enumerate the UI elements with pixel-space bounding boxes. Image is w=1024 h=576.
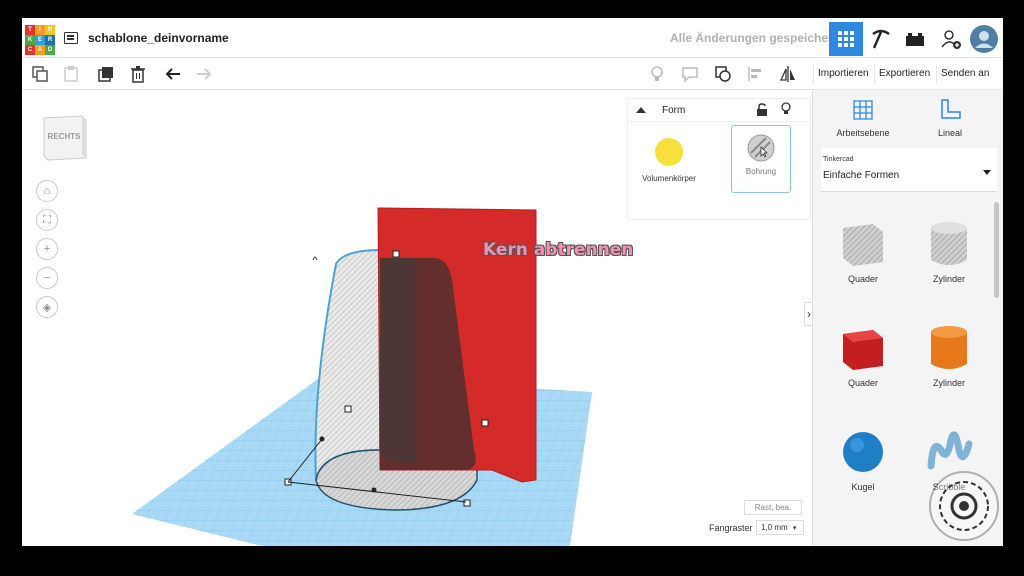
align-icon: [748, 67, 761, 81]
shape-inspector: Form Volumenkörper Bohrung: [627, 98, 811, 220]
duplicate-button[interactable]: [95, 63, 117, 85]
collapse-arrow-icon[interactable]: [636, 107, 646, 113]
export-button[interactable]: Exportieren: [874, 64, 934, 84]
ruler-icon: [941, 99, 961, 119]
document-name[interactable]: schablone_deinvorname: [88, 31, 229, 45]
library-selector[interactable]: Tinkercad Einfache Formen: [821, 148, 997, 192]
shape-item-cylinder-hole[interactable]: Zylinder: [919, 212, 979, 292]
3d-design-view-button[interactable]: [829, 22, 863, 56]
delete-button[interactable]: [127, 63, 149, 85]
cylinder-hole-icon: [931, 222, 967, 265]
shape-item-box-hole[interactable]: Quader: [833, 212, 893, 292]
caret-icon: ▾: [792, 525, 797, 532]
speech-bubble-icon: [682, 67, 698, 83]
ruler-tool[interactable]: Lineal: [915, 98, 985, 138]
light-bulb-icon[interactable]: [780, 102, 792, 116]
snap-grid-select[interactable]: 1,0 mm ▾: [756, 520, 804, 535]
avatar-icon: [970, 25, 998, 53]
top-header: TIN KER CAD schablone_deinvorname Alle Ä…: [22, 18, 1003, 58]
snap-grid-value: 1,0 mm: [761, 523, 788, 532]
hole-option[interactable]: Bohrung: [731, 125, 791, 193]
shape-item-sphere[interactable]: Kugel: [833, 420, 893, 500]
grid-icon: [838, 31, 854, 47]
edit-toolbar: Importieren Exportieren Senden an: [22, 58, 1003, 90]
send-to-button[interactable]: Senden an: [936, 64, 993, 84]
channel-logo-icon: [929, 471, 999, 541]
solid-color-swatch: [655, 138, 683, 166]
group-icon: [715, 66, 731, 82]
undo-icon: [165, 68, 180, 80]
group-button[interactable]: [712, 63, 734, 85]
align-button[interactable]: [744, 63, 766, 85]
lightbulb-icon: [651, 66, 663, 81]
hole-hatch-icon: [747, 134, 775, 162]
add-user-icon: [941, 30, 961, 49]
shape-item-box-red[interactable]: Quader: [833, 316, 893, 396]
blue-sphere-icon: [843, 432, 883, 472]
hole-label: Bohrung: [745, 167, 777, 176]
mirror-icon: [779, 66, 795, 82]
shape-panel-title: Form: [662, 105, 686, 116]
lock-icon[interactable]: [756, 103, 768, 117]
shape-label: Quader: [847, 378, 879, 388]
pickaxe-icon: [872, 29, 890, 49]
copy-icon: [32, 66, 48, 82]
workplane-label: Arbeitsebene: [836, 128, 890, 138]
shape-label: Kugel: [851, 482, 875, 492]
library-source: Tinkercad: [823, 156, 854, 163]
tinkercad-logo[interactable]: TIN KER CAD: [25, 25, 55, 55]
save-status: Alle Änderungen gespeichert: [670, 31, 837, 45]
bricks-view-button[interactable]: [898, 22, 932, 56]
copy-button[interactable]: [29, 63, 51, 85]
edit-grid-button[interactable]: Rast. bea.: [744, 500, 802, 515]
box-hole-icon: [843, 224, 883, 266]
add-user-button[interactable]: [934, 22, 968, 56]
redo-icon: [197, 68, 212, 80]
solid-option[interactable]: Volumenkörper: [638, 135, 700, 195]
chevron-down-icon: [983, 170, 991, 175]
workplane-icon: [853, 100, 873, 120]
document-list-icon[interactable]: [64, 32, 78, 44]
paste-button[interactable]: [60, 63, 82, 85]
snap-grid-label: Fangraster: [709, 523, 753, 533]
redo-button[interactable]: [193, 63, 215, 85]
notes-button[interactable]: [679, 63, 701, 85]
shape-label: Quader: [847, 274, 879, 284]
brick-icon: [906, 33, 924, 46]
workplane-tool[interactable]: Arbeitsebene: [828, 98, 898, 138]
undo-button[interactable]: [162, 63, 184, 85]
duplicate-icon: [98, 67, 113, 82]
shape-label: Zylinder: [932, 274, 965, 284]
library-selected: Einfache Formen: [823, 170, 900, 181]
mirror-button[interactable]: [777, 63, 799, 85]
tinkercad-window: TIN KER CAD schablone_deinvorname Alle Ä…: [22, 18, 1003, 546]
red-box-icon: [843, 330, 883, 370]
show-all-button[interactable]: [646, 63, 668, 85]
user-avatar[interactable]: [967, 22, 1001, 56]
import-button[interactable]: Importieren: [813, 64, 873, 84]
trash-icon: [131, 66, 145, 83]
solid-label: Volumenkörper: [642, 174, 696, 183]
paste-icon: [64, 66, 78, 82]
shape-label: Zylinder: [932, 378, 965, 388]
shape-item-cylinder-orange[interactable]: Zylinder: [919, 316, 979, 396]
shape-list-scrollbar[interactable]: [994, 202, 999, 298]
workplane-canvas[interactable]: RECHTS ⌂ ⛶ + − ◈ Kern abtrennen Form Vol…: [22, 90, 812, 546]
orange-cylinder-icon: [931, 326, 967, 369]
annotation-label: Kern abtrennen: [483, 240, 634, 260]
ruler-label: Lineal: [937, 128, 963, 138]
blocks-view-button[interactable]: [864, 22, 898, 56]
